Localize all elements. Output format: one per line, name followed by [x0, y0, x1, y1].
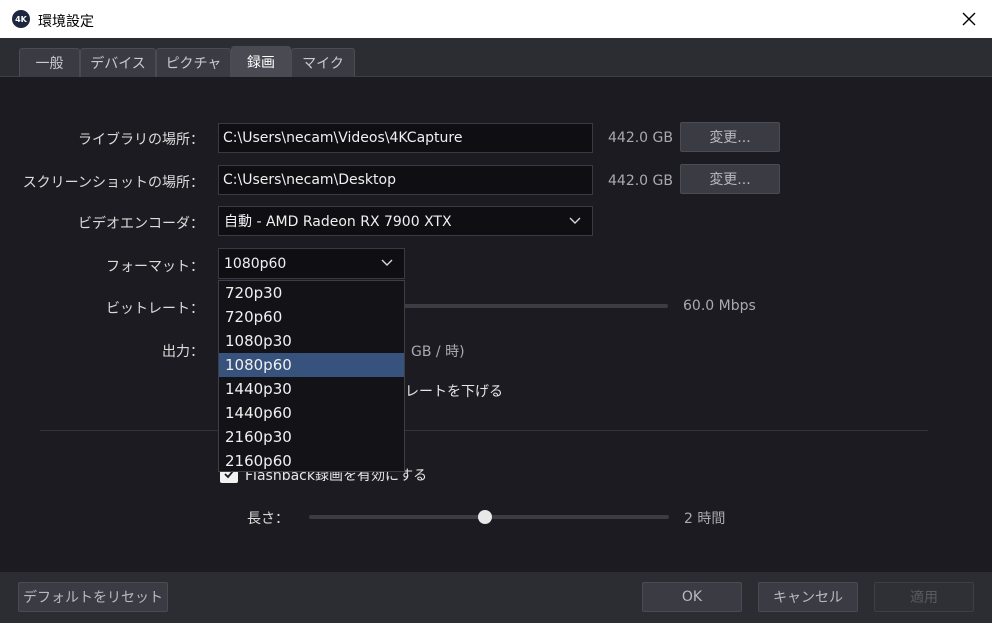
format-select[interactable]: 1080p60	[218, 248, 405, 279]
app-logo-icon: 4K	[12, 10, 30, 28]
format-option[interactable]: 2160p60	[219, 449, 404, 473]
bitrate-label: ビットレート：	[106, 301, 204, 317]
close-icon	[962, 12, 976, 26]
chevron-down-icon	[381, 259, 393, 266]
section-divider	[40, 430, 928, 431]
format-option[interactable]: 720p30	[219, 281, 404, 305]
reset-defaults-button[interactable]: デフォルトをリセット	[18, 582, 168, 612]
tab-microphone[interactable]: マイク	[291, 48, 355, 77]
format-option[interactable]: 1080p60	[219, 353, 404, 377]
library-location-label: ライブラリの場所：	[78, 132, 204, 148]
recording-settings-panel: ライブラリの場所： C:\Users\necam\Videos\4KCaptur…	[0, 78, 992, 572]
chevron-down-icon	[569, 217, 581, 224]
format-option[interactable]: 1440p30	[219, 377, 404, 401]
cancel-button[interactable]: キャンセル	[758, 582, 858, 612]
format-option[interactable]: 2160p30	[219, 425, 404, 449]
window-title: 環境設定	[38, 14, 94, 30]
format-option[interactable]: 720p60	[219, 305, 404, 329]
ok-button[interactable]: OK	[642, 582, 742, 612]
video-encoder-value: 自動 - AMD Radeon RX 7900 XTX	[224, 214, 452, 230]
format-dropdown-list: 720p30 720p60 1080p30 1080p60 1440p30 1440p60…	[218, 280, 405, 472]
video-encoder-label: ビデオエンコーダ：	[78, 216, 204, 232]
tab-general[interactable]: 一般	[19, 48, 80, 77]
screenshot-location-label: スクリーンショットの場所：	[22, 175, 204, 191]
library-change-button[interactable]: 変更...	[680, 122, 780, 152]
length-label: 長さ：	[247, 511, 289, 527]
tab-picture[interactable]: ピクチャ	[156, 48, 231, 77]
length-value: 2 時間	[684, 511, 726, 527]
format-value: 1080p60	[224, 255, 287, 272]
output-label: 出力：	[162, 344, 204, 360]
screenshot-path-field[interactable]: C:\Users\necam\Desktop	[218, 165, 593, 195]
format-label: フォーマット：	[106, 259, 204, 275]
screenshot-change-button[interactable]: 変更...	[680, 164, 780, 194]
library-path-field[interactable]: C:\Users\necam\Videos\4KCapture	[218, 123, 593, 153]
bitrate-value: 60.0 Mbps	[683, 298, 756, 314]
title-bar: 4K 環境設定	[0, 0, 992, 38]
tab-devices[interactable]: デバイス	[80, 48, 156, 77]
output-value: GB / 時)	[411, 344, 465, 360]
library-free-space: 442.0 GB	[608, 130, 673, 146]
format-option[interactable]: 1080p30	[219, 329, 404, 353]
tab-strip: 一般 デバイス ピクチャ 録画 マイク	[0, 38, 992, 77]
reduce-bitrate-label: レートを下げる	[405, 384, 503, 400]
format-option[interactable]: 1440p60	[219, 401, 404, 425]
apply-button[interactable]: 適用	[874, 582, 974, 612]
screenshot-free-space: 442.0 GB	[608, 173, 673, 189]
length-slider-thumb[interactable]	[478, 510, 493, 524]
tab-recording[interactable]: 録画	[231, 46, 291, 77]
close-button[interactable]	[956, 6, 982, 32]
footer-bar: デフォルトをリセット OK キャンセル 適用	[0, 572, 992, 623]
video-encoder-select[interactable]: 自動 - AMD Radeon RX 7900 XTX	[218, 206, 593, 236]
